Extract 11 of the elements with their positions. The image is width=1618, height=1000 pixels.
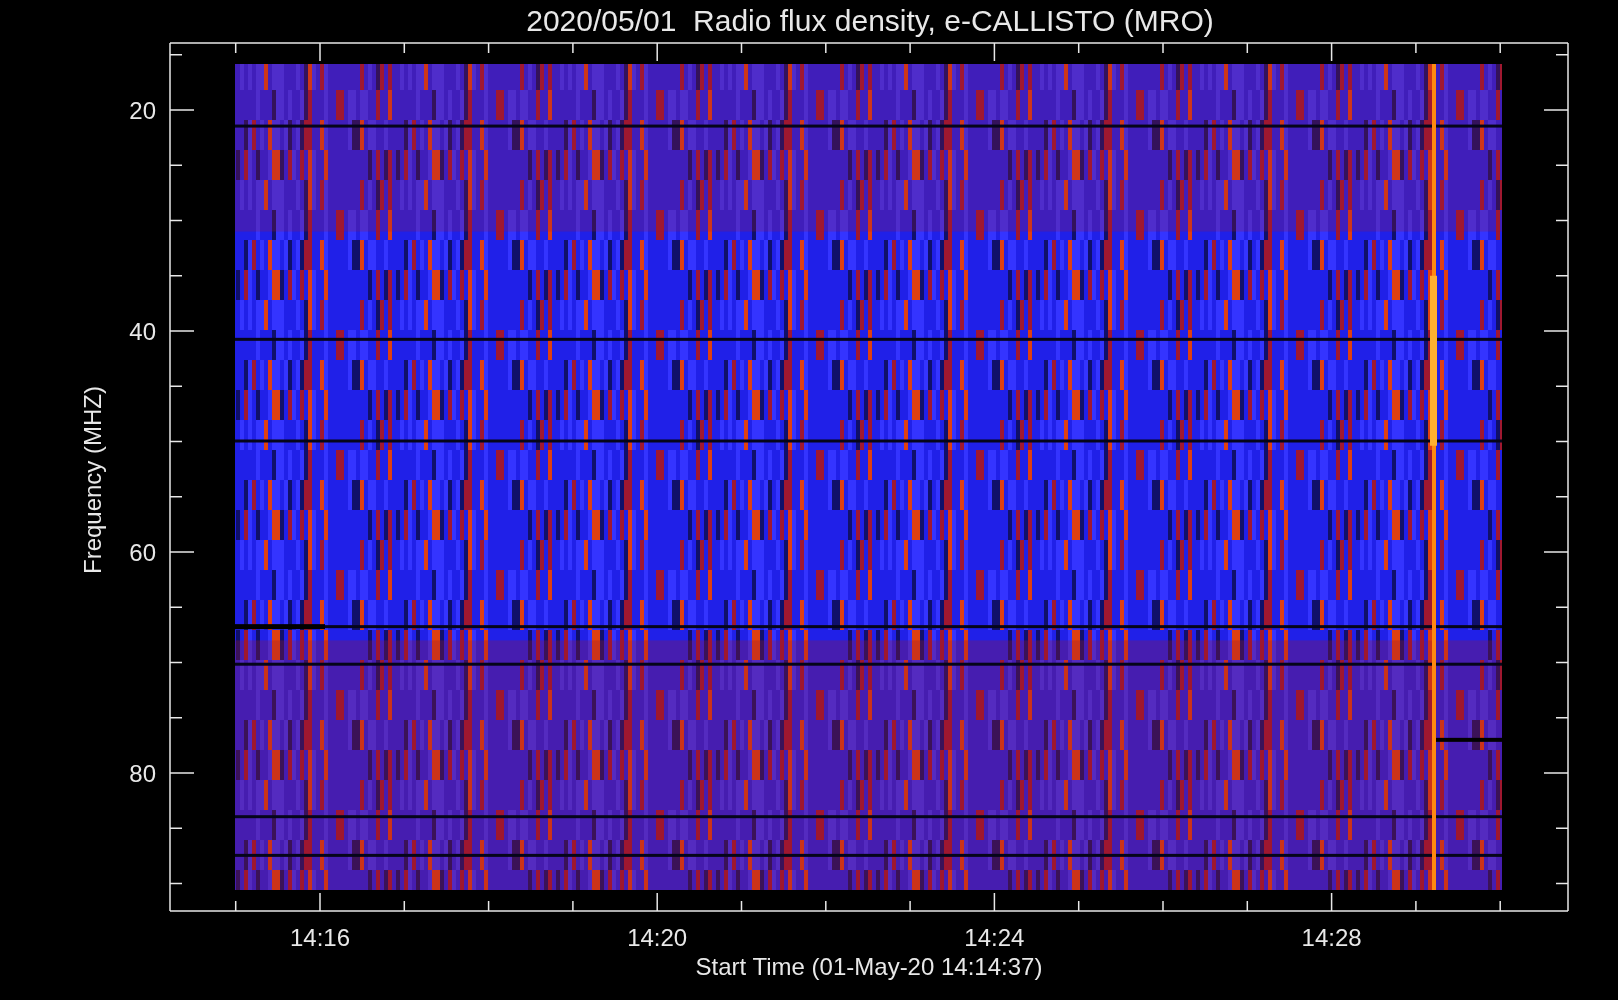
x-tick-label: 14:28 bbox=[1301, 924, 1362, 951]
y-axis-label: Frequency (MHZ) bbox=[79, 386, 106, 574]
x-tick-label: 14:20 bbox=[627, 924, 688, 951]
y-tick-label: 20 bbox=[129, 97, 156, 124]
x-tick-label: 14:16 bbox=[289, 924, 351, 951]
y-tick-label: 40 bbox=[129, 318, 156, 345]
y-tick-label: 60 bbox=[129, 539, 156, 566]
y-tick-label: 80 bbox=[129, 760, 156, 787]
x-tick-label: 14:24 bbox=[964, 924, 1025, 951]
x-axis-label: Start Time (01-May-20 14:14:37) bbox=[695, 953, 1043, 980]
chart-title: 2020/05/01 Radio flux density, e-CALLISTO (MRO) bbox=[526, 4, 1214, 37]
